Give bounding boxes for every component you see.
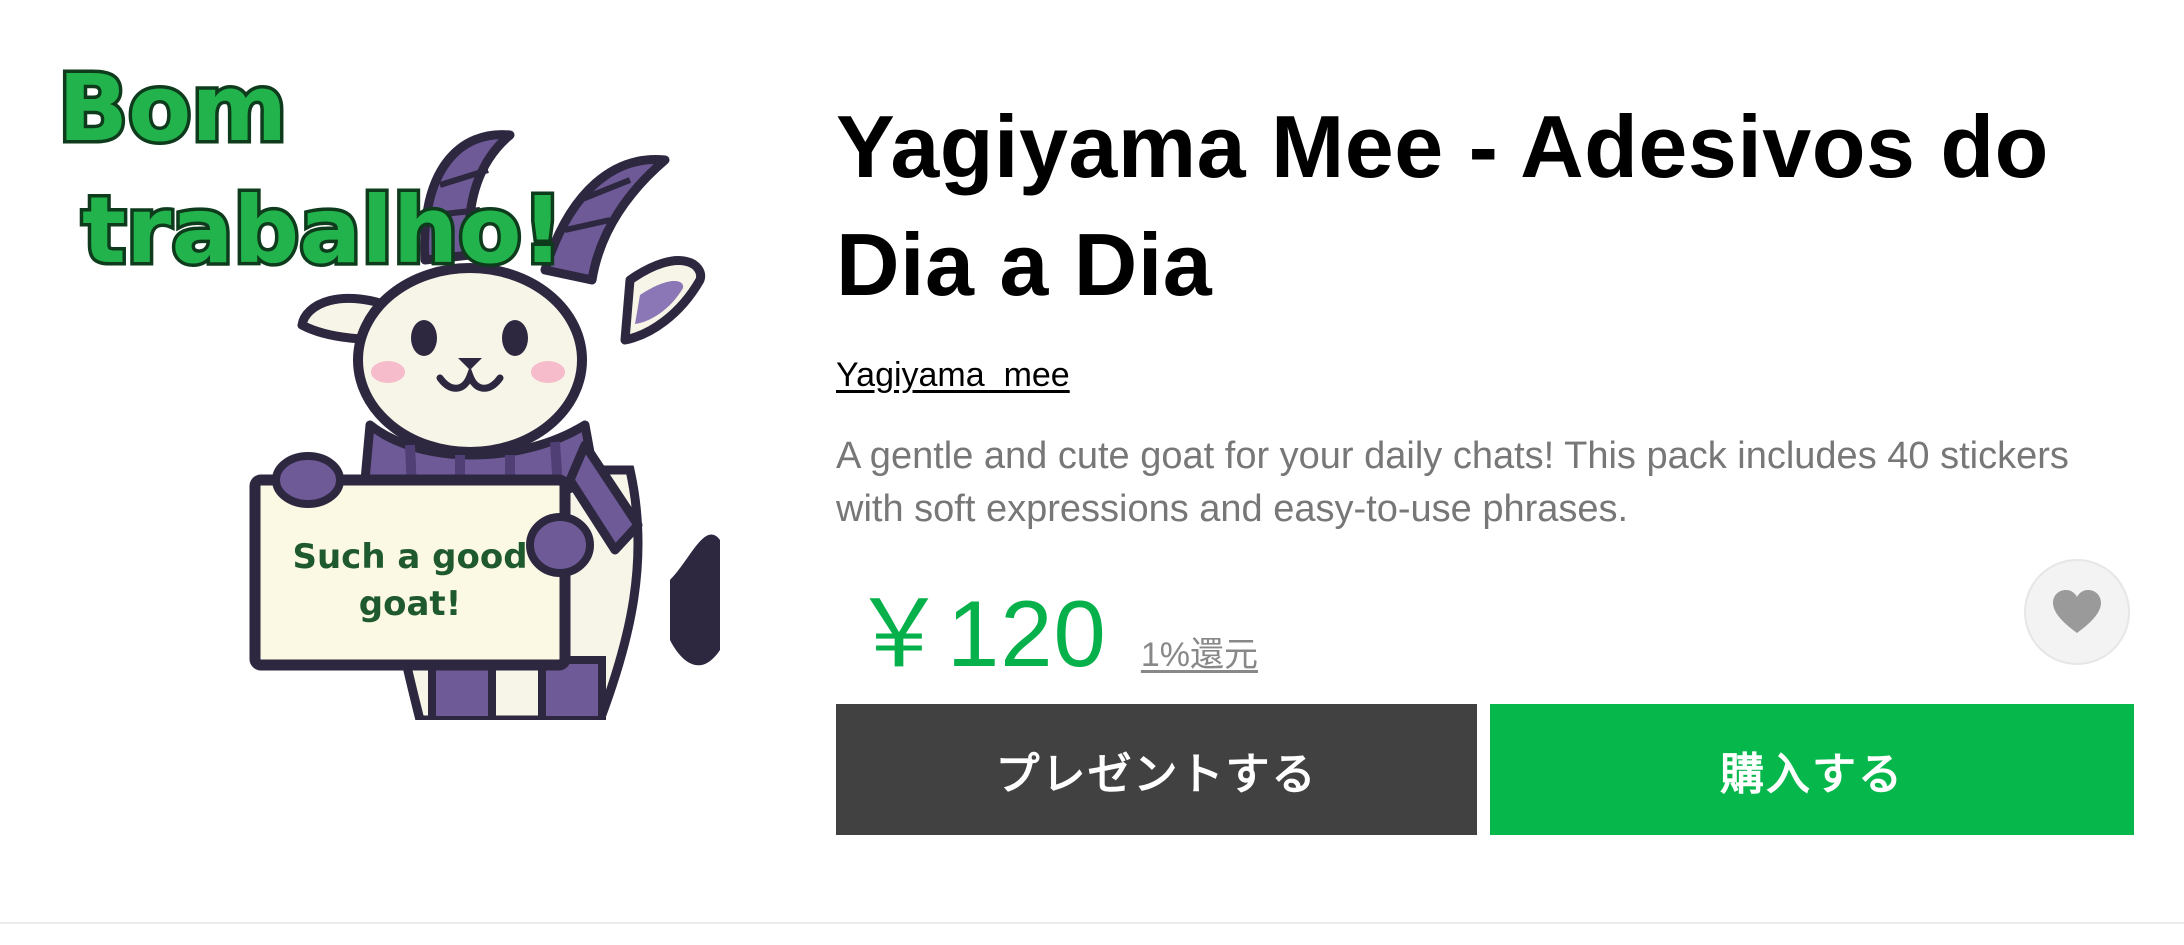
reward-link[interactable]: 1%還元 xyxy=(1141,627,1258,676)
favorite-button[interactable] xyxy=(2024,559,2130,665)
sticker-hero: Such a good goat! Bom trabalho! Yagiyama… xyxy=(0,0,2184,924)
buy-button[interactable]: 購入する xyxy=(1490,704,2134,835)
sticker-caption-line2: trabalho! xyxy=(82,177,564,284)
product-title: Yagiyama Mee - Adesivos do Dia a Dia xyxy=(836,97,2049,314)
section-divider xyxy=(0,922,2184,924)
heart-icon xyxy=(2053,590,2101,633)
product-price: ￥120 xyxy=(852,581,1107,686)
sticker-caption-line1: Bom xyxy=(58,55,287,162)
sign-text-line1: Such a good xyxy=(292,537,527,577)
price-row: ￥120 1%還元 xyxy=(852,558,1258,694)
gift-button[interactable]: プレゼントする xyxy=(836,704,1477,835)
author-link[interactable]: Yagiyama_mee xyxy=(836,356,1070,395)
sticker-main-image: Such a good goat! Bom trabalho! xyxy=(40,40,720,720)
goat-sticker-illustration: Such a good goat! Bom trabalho! xyxy=(55,52,720,720)
sign-text-line2: goat! xyxy=(359,584,461,624)
product-description: A gentle and cute goat for your daily ch… xyxy=(836,435,2069,530)
product-info: Yagiyama Mee - Adesivos do Dia a Dia Yag… xyxy=(836,88,2136,686)
